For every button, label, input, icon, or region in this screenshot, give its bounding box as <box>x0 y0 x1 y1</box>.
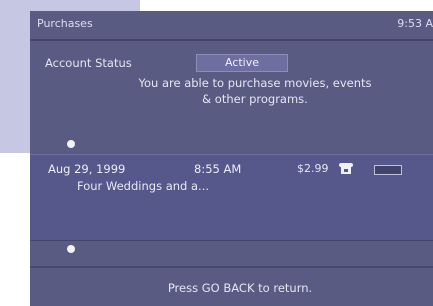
purchase-title: Four Weddings and a... <box>77 179 210 193</box>
card-icon <box>374 165 402 175</box>
message-line-1: You are able to purchase movies, events <box>138 76 372 90</box>
message-line-2: & other programs. <box>202 92 308 106</box>
footer-instruction: Press GO BACK to return. <box>167 281 313 295</box>
account-message: You are able to purchase movies, events … <box>85 75 425 107</box>
clock: 9:53 A <box>397 17 433 30</box>
purchase-price: $2.99 <box>297 162 329 175</box>
purchase-list: Aug 29, 1999 8:55 AM $2.99 Four Weddings… <box>30 154 433 241</box>
phone-icon <box>339 163 353 174</box>
footer: Press GO BACK to return. <box>30 266 433 306</box>
title-bar: Purchases 9:53 A <box>30 11 433 41</box>
scroll-up-icon[interactable] <box>67 140 75 148</box>
scroll-down-icon[interactable] <box>67 245 75 253</box>
purchases-screen: Purchases 9:53 A Account Status Active Y… <box>30 11 433 306</box>
screen-title: Purchases <box>37 17 93 30</box>
purchase-date: Aug 29, 1999 <box>48 162 126 176</box>
account-status-label: Account Status <box>45 56 132 70</box>
purchase-time: 8:55 AM <box>194 162 242 176</box>
account-status-value: Active <box>196 54 288 72</box>
